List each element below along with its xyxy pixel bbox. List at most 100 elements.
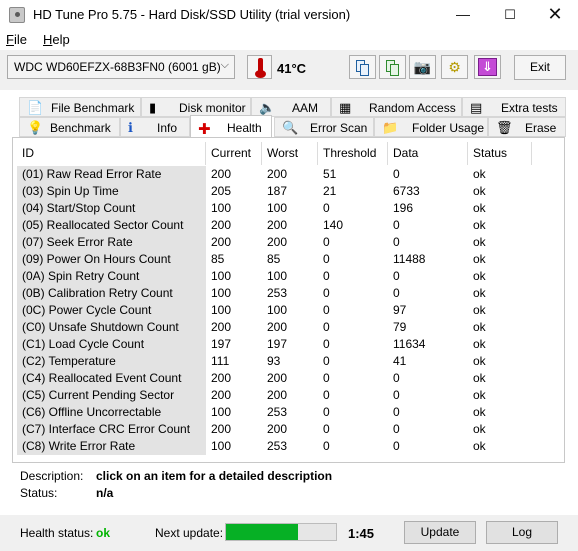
table-row[interactable]: (C4) Reallocated Event Count 200 200 0 0 ok [17, 370, 562, 387]
table-row[interactable]: (0A) Spin Retry Count 100 100 0 0 ok [17, 268, 562, 285]
copy-screenshot-button[interactable] [379, 55, 406, 79]
cell-current: 100 [211, 201, 232, 215]
cell-threshold: 0 [323, 235, 330, 249]
close-button[interactable]: ✕ [532, 0, 578, 30]
cell-current: 200 [211, 371, 232, 385]
copy-text-icon-front [360, 64, 369, 76]
tab-file-benchmark[interactable]: 📄 File Benchmark [19, 97, 141, 117]
table-row[interactable]: (C5) Current Pending Sector 200 200 0 0 ok [17, 387, 562, 404]
table-row[interactable]: (C2) Temperature 111 93 0 41 ok [17, 353, 562, 370]
magnifier-icon: 🔍 [282, 120, 299, 135]
cell-current: 100 [211, 439, 232, 453]
table-row[interactable]: (05) Reallocated Sector Count 200 200 140 0 o… [17, 217, 562, 234]
tab-aam[interactable]: 🔈 AAM [251, 97, 331, 117]
cell-status: ok [473, 439, 486, 453]
cell-status: ok [473, 320, 486, 334]
tab-benchmark[interactable]: 💡 Benchmark [19, 117, 120, 137]
tab-health[interactable]: ✚ Health [190, 115, 272, 138]
screenshot-button[interactable]: 📷 [409, 55, 436, 79]
exit-button[interactable]: Exit [514, 55, 566, 80]
menu-file[interactable]: File [6, 32, 27, 47]
tab-label: Random Access [369, 101, 456, 115]
cell-current: 200 [211, 167, 232, 181]
cell-status: ok [473, 422, 486, 436]
health-status-value: ok [96, 526, 111, 540]
cell-current: 100 [211, 405, 232, 419]
tab-erase[interactable]: 🗑 Erase [488, 117, 566, 137]
tab-disk-monitor[interactable]: ▮ Disk monitor [141, 97, 251, 117]
table-row[interactable]: (0B) Calibration Retry Count 100 253 0 0 ok [17, 285, 562, 302]
column-header-id[interactable]: ID [17, 142, 206, 165]
table-row[interactable]: (C6) Offline Uncorrectable 100 253 0 0 ok [17, 404, 562, 421]
tab-folder-usage[interactable]: 📁 Folder Usage [374, 117, 488, 137]
tab-label: Info [157, 121, 178, 135]
table-row[interactable]: (03) Spin Up Time 205 187 21 6733 ok [17, 183, 562, 200]
tab-row-2: 💡 Benchmark ℹ Info ✚ Health 🔍 Error Scan… [0, 115, 578, 138]
column-header-worst[interactable]: Worst [262, 142, 318, 165]
tab-info[interactable]: ℹ Info [120, 117, 190, 137]
table-row[interactable]: (01) Raw Read Error Rate 200 200 51 0 ok [17, 166, 562, 183]
cell-threshold: 0 [323, 405, 330, 419]
camera-icon: 📷 [413, 59, 432, 75]
title-bar[interactable]: HD Tune Pro 5.75 - Hard Disk/SSD Utility… [0, 0, 578, 30]
column-header-data[interactable]: Data [388, 142, 468, 165]
cell-threshold: 0 [323, 337, 330, 351]
cell-data: 0 [393, 439, 400, 453]
cell-worst: 187 [267, 184, 288, 198]
maximize-button[interactable]: ☐ [487, 0, 533, 30]
table-row[interactable]: (C1) Load Cycle Count 197 197 0 11634 ok [17, 336, 562, 353]
cell-threshold: 0 [323, 303, 330, 317]
cell-id: (09) Power On Hours Count [17, 251, 206, 268]
cell-threshold: 51 [323, 167, 337, 181]
next-update-progress [225, 523, 337, 541]
cell-threshold: 0 [323, 439, 330, 453]
column-header-current[interactable]: Current [206, 142, 262, 165]
status-label: Status: [20, 486, 58, 500]
cell-data: 0 [393, 422, 400, 436]
cell-id: (07) Seek Error Rate [17, 234, 206, 251]
tab-error-scan[interactable]: 🔍 Error Scan [274, 117, 374, 137]
table-row[interactable]: (0C) Power Cycle Count 100 100 0 97 ok [17, 302, 562, 319]
minimize-button[interactable]: — [440, 0, 486, 30]
drive-select-value: WDC WD60EFZX-68B3FN0 (6001 gB) [14, 60, 221, 74]
save-button[interactable]: ⇓ [474, 55, 501, 79]
countdown-timer: 1:45 [348, 526, 375, 541]
cell-threshold: 21 [323, 184, 337, 198]
disk-monitor-icon: ▮ [149, 100, 157, 115]
table-row[interactable]: (C7) Interface CRC Error Count 200 200 0 0 ok [17, 421, 562, 438]
options-button[interactable]: ⚙ [441, 55, 468, 79]
cell-data: 0 [393, 405, 400, 419]
drive-select[interactable]: WDC WD60EFZX-68B3FN0 (6001 gB) ⌵ [7, 55, 235, 79]
description-value: click on an item for a detailed descript… [96, 469, 333, 483]
menu-help[interactable]: Help [43, 32, 70, 47]
tab-random-access[interactable]: ▦ Random Access [331, 97, 462, 117]
cell-worst: 200 [267, 235, 288, 249]
cell-worst: 100 [267, 201, 288, 215]
update-button[interactable]: Update [404, 521, 476, 544]
column-header-threshold[interactable]: Threshold [318, 142, 388, 165]
table-row[interactable]: (07) Seek Error Rate 200 200 0 0 ok [17, 234, 562, 251]
table-row[interactable]: (09) Power On Hours Count 85 85 0 11488 ok [17, 251, 562, 268]
tab-extra-tests[interactable]: ▤ Extra tests [462, 97, 566, 117]
window-title: HD Tune Pro 5.75 - Hard Disk/SSD Utility… [33, 7, 351, 22]
cell-status: ok [473, 201, 486, 215]
cell-status: ok [473, 184, 486, 198]
status-value: n/a [96, 486, 114, 500]
cell-id: (03) Spin Up Time [17, 183, 206, 200]
cell-id: (0C) Power Cycle Count [17, 302, 206, 319]
cell-worst: 253 [267, 286, 288, 300]
tab-label: Error Scan [310, 121, 368, 135]
table-row[interactable]: (C8) Write Error Rate 100 253 0 0 ok [17, 438, 562, 455]
table-row[interactable]: (C0) Unsafe Shutdown Count 200 200 0 79 ok [17, 319, 562, 336]
cell-worst: 200 [267, 167, 288, 181]
info-icon: ℹ [128, 120, 133, 135]
column-header-status[interactable]: Status [468, 142, 532, 165]
toolbar: WDC WD60EFZX-68B3FN0 (6001 gB) ⌵ 41°C 📷 … [0, 50, 578, 90]
temperature-button[interactable] [247, 55, 272, 79]
table-row[interactable]: (04) Start/Stop Count 100 100 0 196 ok [17, 200, 562, 217]
log-button[interactable]: Log [486, 521, 558, 544]
cell-id: (01) Raw Read Error Rate [17, 166, 206, 183]
lightbulb-icon: 💡 [27, 120, 44, 135]
copy-text-button[interactable] [349, 55, 376, 79]
file-benchmark-icon: 📄 [27, 100, 44, 115]
